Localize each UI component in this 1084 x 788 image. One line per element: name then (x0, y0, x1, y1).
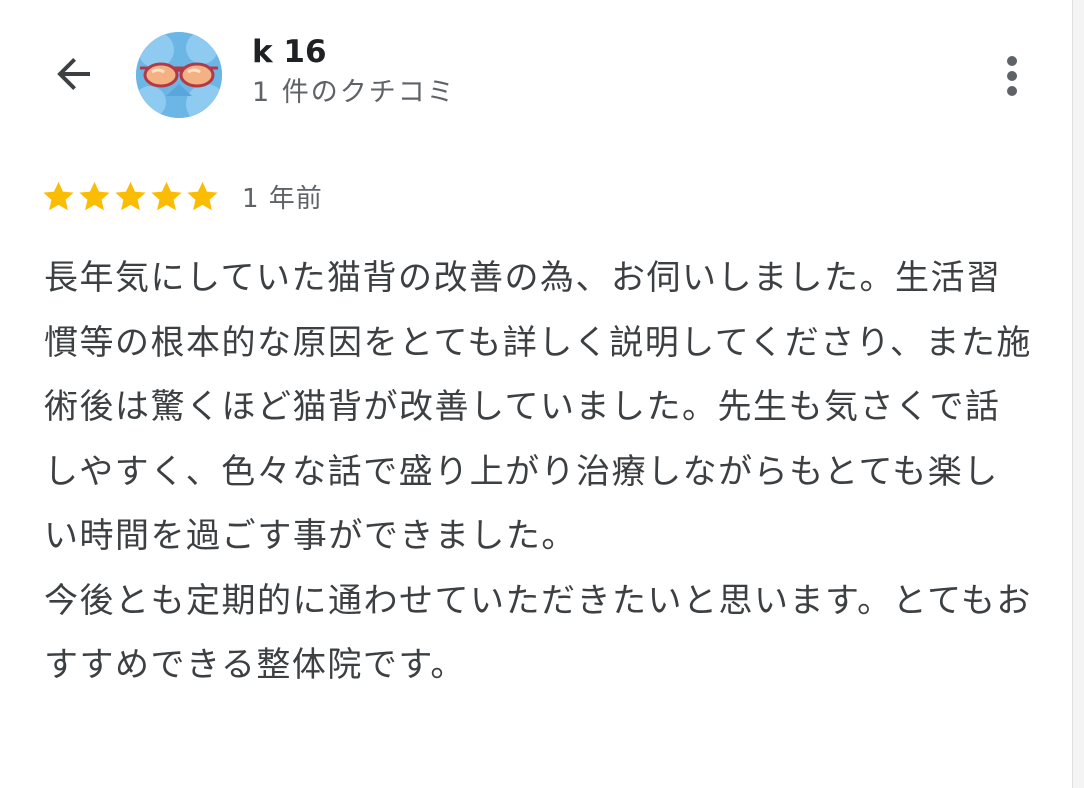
reviewer-header: k 16 1 件のクチコミ (0, 0, 1084, 150)
scrollbar[interactable] (1072, 0, 1084, 788)
back-button[interactable] (44, 44, 104, 104)
star-icon (115, 181, 146, 210)
more-vert-icon (1007, 56, 1017, 96)
avatar[interactable] (136, 32, 222, 118)
sunglasses-icon (136, 32, 222, 118)
star-icon (79, 181, 110, 210)
user-name[interactable]: k 16 (252, 32, 327, 72)
star-icon (187, 181, 218, 210)
more-options-button[interactable] (990, 44, 1034, 108)
rating-row: 1 年前 (40, 176, 323, 216)
review-count[interactable]: 1 件のクチコミ (252, 76, 456, 110)
review-text: 長年気にしていた猫背の改善の為、お伺いしました。生活習慣等の根本的な原因をとても… (44, 258, 1032, 685)
star-rating (40, 178, 220, 215)
review-date: 1 年前 (242, 183, 323, 214)
star-icon (151, 181, 182, 210)
arrow-left-icon (57, 58, 90, 90)
star-icon (43, 181, 74, 210)
